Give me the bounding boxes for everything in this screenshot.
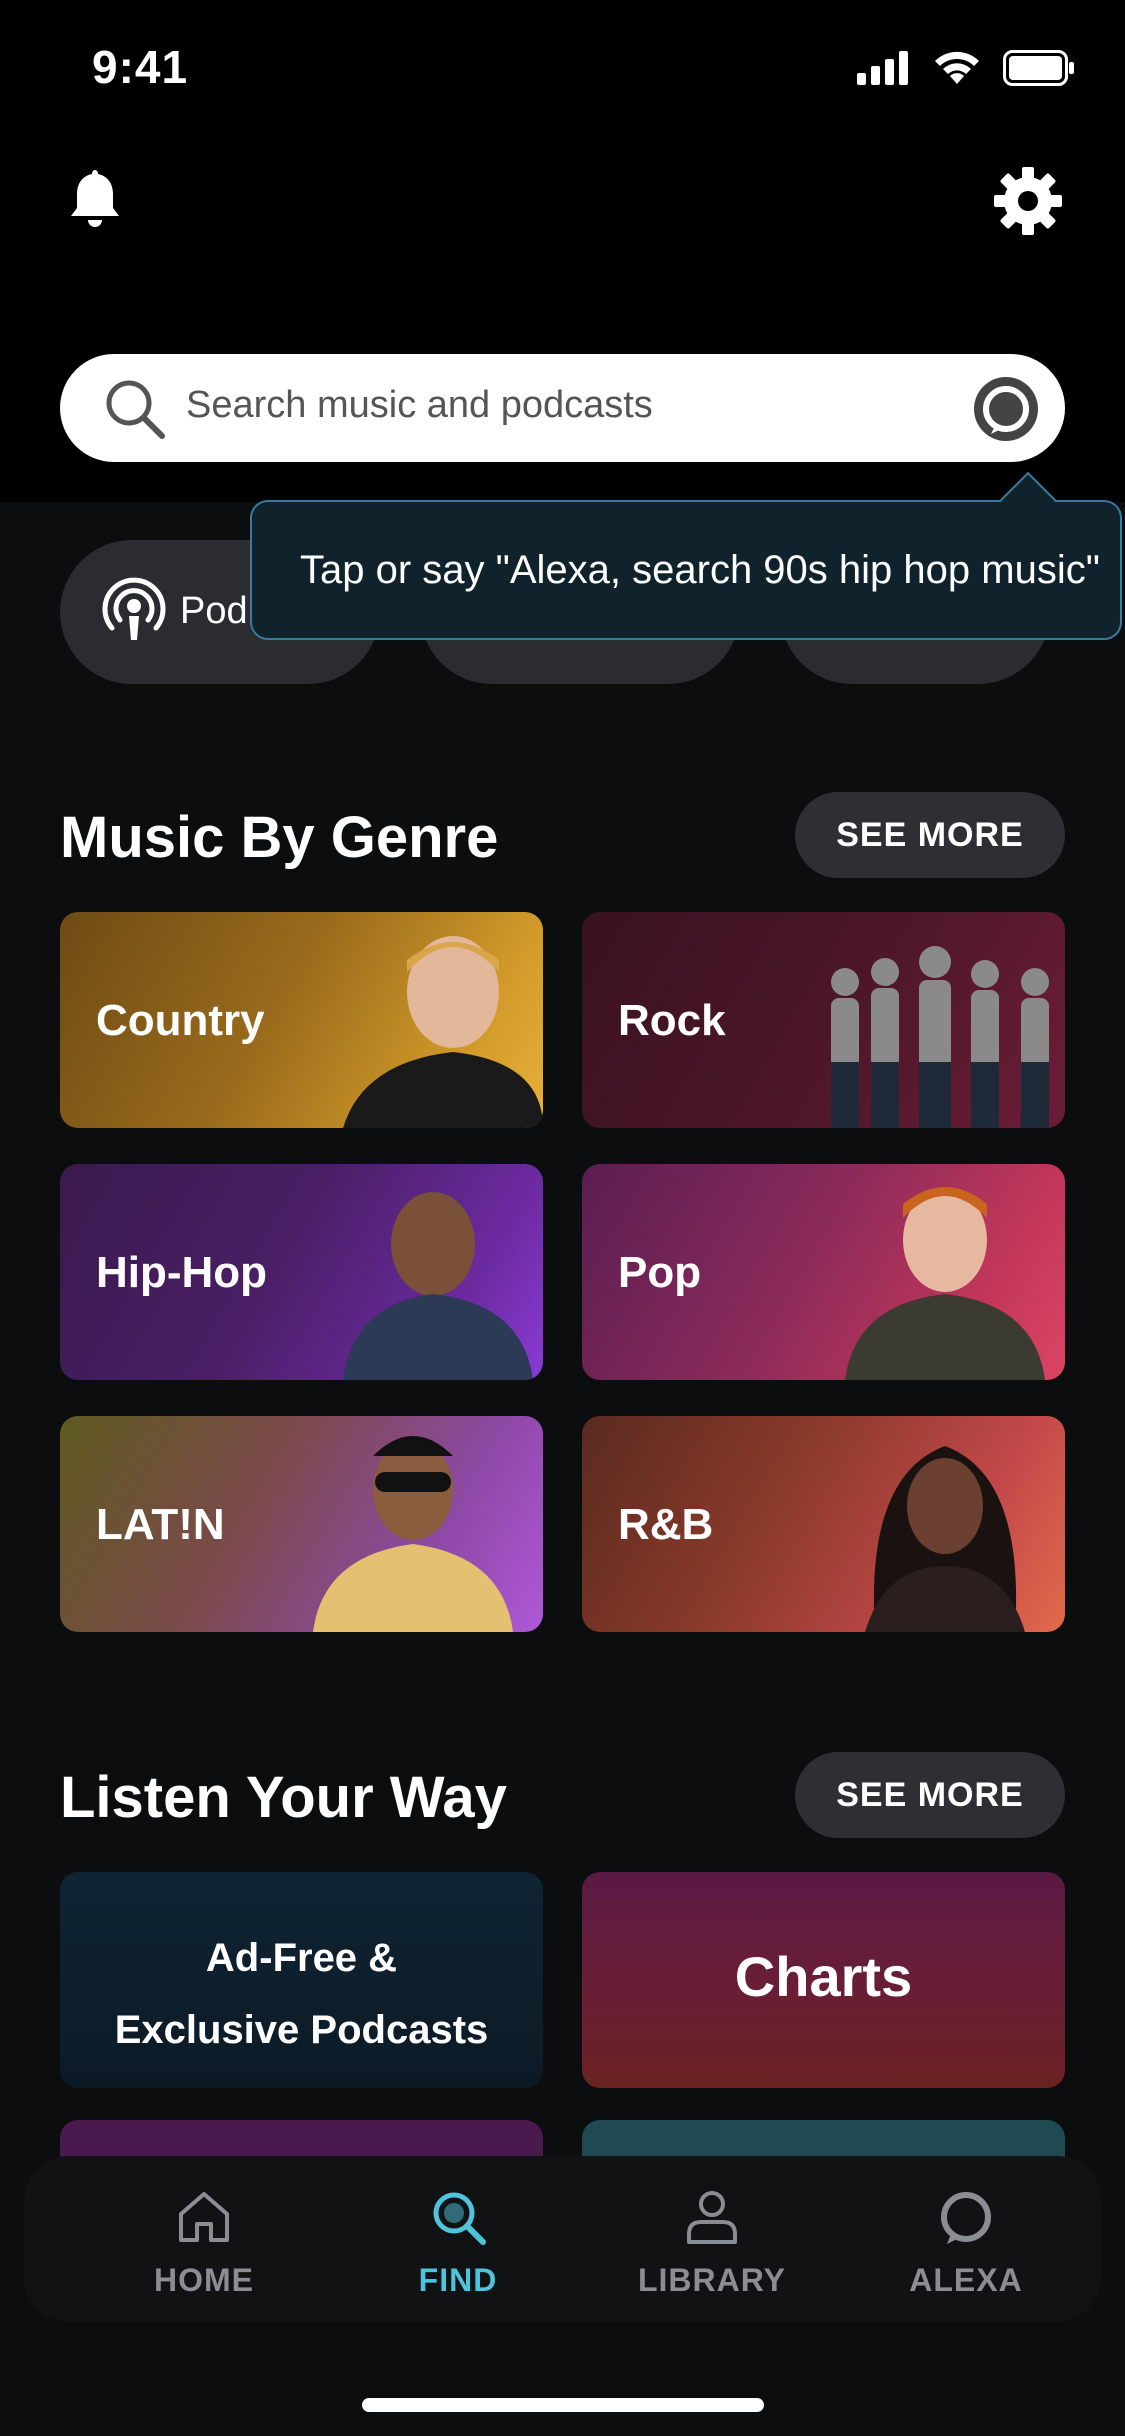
section-title: Listen Your Way (60, 1765, 507, 1830)
bottom-nav: HOME FIND LIBRARY ALEXA (24, 2156, 1101, 2322)
nav-label: FIND (418, 2262, 498, 2298)
nav-label: HOME (154, 2262, 254, 2298)
search-bar[interactable]: Search music and podcasts (60, 354, 1065, 462)
genre-tile-latin[interactable]: LAT!N (60, 1416, 543, 1632)
tile-label-line: Ad-Free & (205, 1936, 398, 1980)
alexa-tooltip[interactable]: Tap or say "Alexa, search 90s hip hop mu… (250, 471, 1122, 640)
artist-image (343, 1192, 533, 1380)
tile-label: Country (96, 996, 265, 1045)
section-title: Music By Genre (60, 805, 499, 870)
wifi-icon (935, 51, 979, 84)
listen-tile-ad-free-podcasts[interactable]: Ad-Free & Exclusive Podcasts (60, 1872, 543, 2088)
genre-tile-hip-hop[interactable]: Hip-Hop (60, 1164, 543, 1380)
tile-label-line: Exclusive Podcasts (114, 2008, 489, 2052)
genre-tile-pop[interactable]: Pop (582, 1164, 1065, 1380)
status-time: 9:41 (92, 41, 189, 93)
tile-label: R&B (618, 1500, 714, 1549)
search-input[interactable]: Search music and podcasts (186, 384, 653, 427)
chip-label: Pod (180, 590, 248, 632)
artist-image (845, 1187, 1045, 1380)
nav-home[interactable]: HOME (104, 2186, 304, 2306)
see-more-button[interactable]: SEE MORE (795, 1752, 1065, 1838)
tooltip-text: Tap or say "Alexa, search 90s hip hop mu… (300, 548, 1100, 592)
see-more-button[interactable]: SEE MORE (795, 792, 1065, 878)
home-indicator[interactable] (362, 2398, 764, 2412)
status-icons (857, 50, 1075, 86)
genre-tile-country[interactable]: Country (60, 912, 543, 1128)
artist-image (831, 946, 1049, 1128)
gear-icon[interactable] (993, 166, 1063, 236)
listen-tile-charts[interactable]: Charts (582, 1872, 1065, 2088)
nav-alexa[interactable]: ALEXA (866, 2186, 1066, 2306)
tile-label: Hip-Hop (96, 1248, 268, 1297)
artist-image (865, 1446, 1025, 1632)
artist-image (343, 936, 543, 1128)
genre-section-header: Music By Genre SEE MORE (60, 792, 1065, 878)
alexa-icon[interactable] (973, 376, 1039, 442)
nav-find[interactable]: FIND (358, 2186, 558, 2306)
tile-label: Ad-Free & Exclusive Podcasts (60, 1922, 543, 2066)
person-icon (687, 2191, 737, 2244)
search-icon (106, 380, 165, 439)
artist-image (313, 1436, 513, 1632)
tile-label: Charts (734, 1945, 913, 2008)
status-bar: 9:41 (0, 0, 1125, 140)
nav-label: ALEXA (909, 2262, 1023, 2298)
signal-icon (857, 51, 908, 85)
tile-label: Rock (618, 996, 726, 1045)
podcast-icon (102, 577, 166, 640)
nav-label: LIBRARY (637, 2262, 787, 2298)
genre-tile-rnb[interactable]: R&B (582, 1416, 1065, 1632)
tile-label: LAT!N (96, 1500, 225, 1549)
search-icon (433, 2192, 486, 2245)
genre-tile-rock[interactable]: Rock (582, 912, 1065, 1128)
home-icon (179, 2192, 229, 2242)
nav-library[interactable]: LIBRARY (612, 2186, 812, 2306)
tile-label: Pop (618, 1248, 702, 1297)
bell-icon[interactable] (62, 166, 128, 232)
alexa-icon (941, 2192, 991, 2244)
battery-icon (1003, 50, 1074, 86)
listen-section-header: Listen Your Way SEE MORE (60, 1752, 1065, 1838)
